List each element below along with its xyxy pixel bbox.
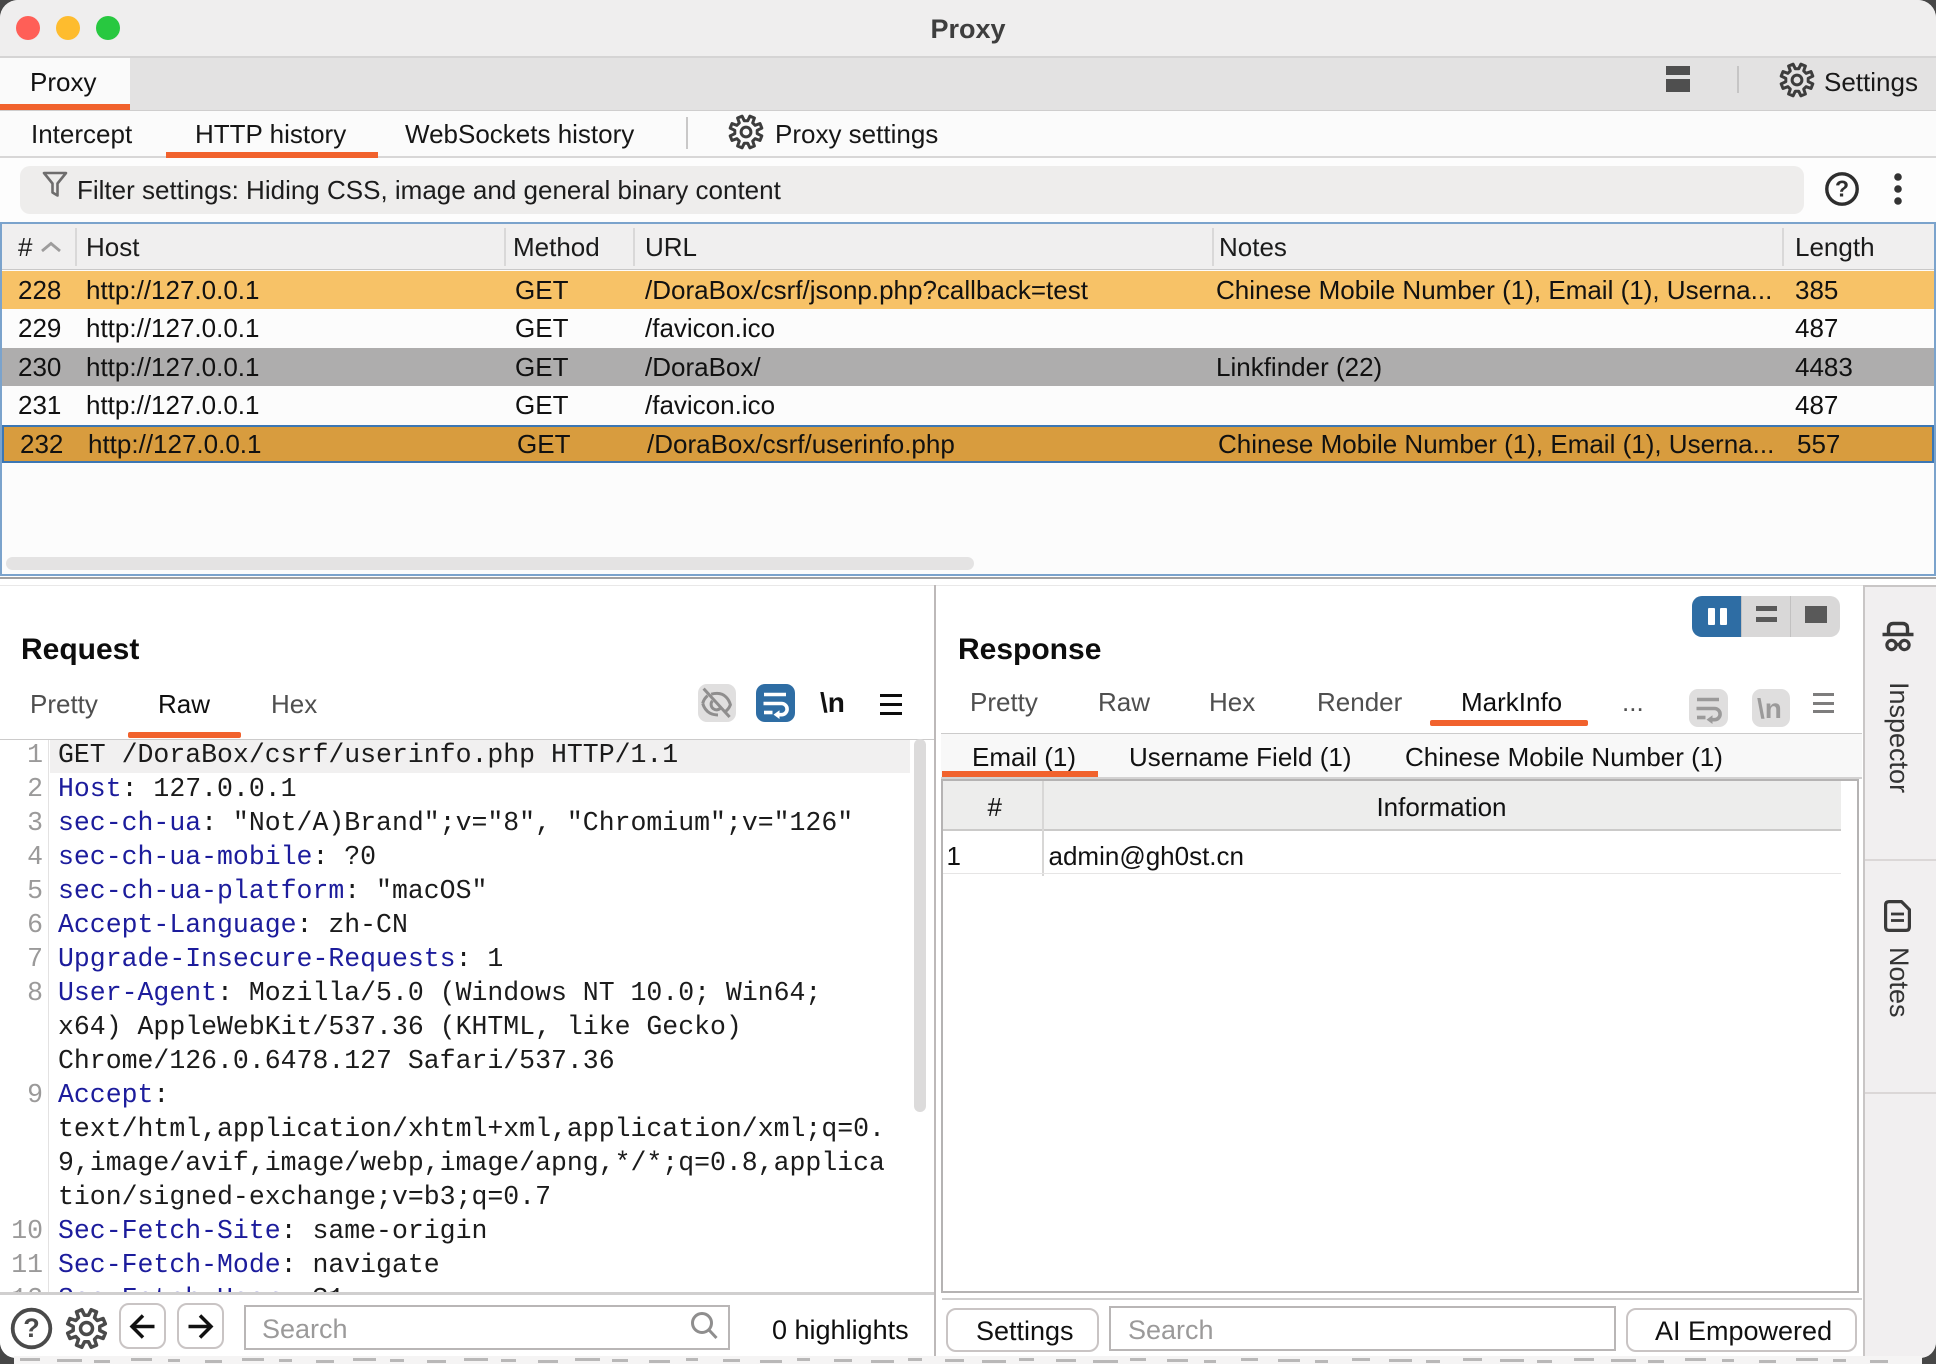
svg-text:?: ? [23, 1313, 40, 1343]
svg-text:?: ? [1835, 176, 1849, 202]
